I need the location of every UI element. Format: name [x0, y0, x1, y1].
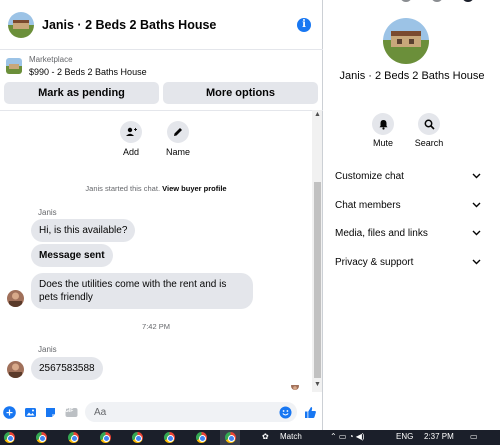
taskbar-app-icon[interactable]	[164, 432, 175, 443]
scrollbar-thumb[interactable]	[314, 182, 321, 378]
marketplace-listing[interactable]: Marketplace $990 - 2 Beds 2 Baths House	[0, 52, 323, 80]
listing-avatar-large[interactable]	[383, 18, 429, 64]
taskbar-app-icon[interactable]	[100, 432, 111, 443]
chat-started-notice: Janis started this chat. View buyer prof…	[0, 184, 312, 193]
message-timestamp: 7:42 PM	[142, 322, 170, 331]
bell-icon	[372, 113, 394, 135]
chevron-down-icon	[472, 171, 481, 182]
mute-label: Mute	[372, 138, 393, 148]
notification-icon[interactable]: ▭	[470, 432, 478, 441]
taskbar-app-icon[interactable]	[36, 432, 47, 443]
marketplace-label: Marketplace	[29, 55, 73, 64]
sticker-icon[interactable]	[43, 405, 57, 419]
add-person-icon	[120, 121, 142, 143]
system-tray-icons[interactable]: ⌃ ▭ ◔ ◀)	[330, 432, 365, 441]
chat-title[interactable]: Janis · 2 Beds 2 Baths House	[42, 18, 216, 32]
sender-avatar[interactable]	[7, 361, 24, 378]
add-action[interactable]: Add	[111, 121, 151, 157]
menu-item-label: Chat members	[335, 199, 401, 211]
chevron-down-icon	[472, 257, 481, 268]
privacy-support-item[interactable]: Privacy & support	[335, 252, 481, 272]
listing-price-title: $990 - 2 Beds 2 Baths House	[29, 67, 147, 77]
read-receipt-avatar	[291, 382, 299, 390]
sender-avatar[interactable]	[7, 290, 24, 307]
search-action[interactable]: Search	[409, 113, 449, 148]
listing-actions: Mark as pending More options	[4, 82, 318, 104]
taskbar-app-icon[interactable]	[4, 432, 15, 443]
divider	[0, 110, 323, 111]
taskbar: ✿ Match ⌃ ▭ ◔ ◀) ENG 2:37 PM ▭	[0, 430, 500, 445]
message-input[interactable]	[85, 402, 297, 422]
taskbar-app-icon[interactable]	[132, 432, 143, 443]
chat-header: Janis · 2 Beds 2 Baths House i	[0, 0, 323, 50]
gif-label: GIF	[65, 408, 74, 414]
taskbar-app-icon[interactable]	[196, 432, 207, 443]
pencil-icon	[167, 121, 189, 143]
listing-thumbnail	[6, 58, 22, 74]
image-icon[interactable]	[23, 405, 37, 419]
scroll-down-icon[interactable]: ▼	[313, 380, 322, 389]
chevron-down-icon	[472, 200, 481, 211]
taskbar-emoji-icon[interactable]: ✿	[262, 432, 269, 441]
message-bubble[interactable]: Message sent	[31, 244, 113, 267]
mute-action[interactable]: Mute	[363, 113, 403, 148]
clock[interactable]: 2:37 PM	[424, 432, 454, 441]
chat-members-item[interactable]: Chat members	[335, 195, 481, 215]
thumbs-up-icon[interactable]	[303, 405, 317, 419]
emoji-icon[interactable]	[278, 405, 292, 419]
name-action[interactable]: Name	[158, 121, 198, 157]
search-icon	[418, 113, 440, 135]
top-avatar-fragment	[431, 0, 443, 2]
language-indicator[interactable]: ENG	[396, 432, 413, 441]
started-text: Janis started this chat.	[85, 184, 161, 193]
message-bubble[interactable]: Does the utilities come with the rent an…	[31, 273, 253, 309]
chat-pane: Janis · 2 Beds 2 Baths House i Marketpla…	[0, 0, 323, 430]
message-bubble[interactable]: 2567583588	[31, 357, 103, 380]
scroll-up-icon[interactable]: ▲	[313, 110, 322, 119]
taskbar-app-icon[interactable]	[225, 432, 236, 443]
details-pane: Janis · 2 Beds 2 Baths House Mute Search…	[324, 0, 500, 430]
menu-item-label: Media, files and links	[335, 227, 428, 239]
sender-name: Janis	[38, 345, 57, 354]
menu-item-label: Customize chat	[335, 170, 404, 182]
media-files-links-item[interactable]: Media, files and links	[335, 223, 481, 243]
taskbar-app-icon[interactable]	[68, 432, 79, 443]
customize-chat-item[interactable]: Customize chat	[335, 166, 481, 186]
listing-avatar[interactable]	[8, 11, 34, 38]
info-icon[interactable]: i	[297, 18, 311, 32]
view-buyer-profile-link[interactable]: View buyer profile	[162, 184, 226, 193]
plus-circle-icon[interactable]	[2, 405, 16, 419]
name-label: Name	[165, 147, 190, 157]
taskbar-match-label[interactable]: Match	[280, 432, 302, 441]
top-avatar-fragment	[462, 0, 474, 2]
sender-name: Janis	[38, 208, 57, 217]
add-label: Add	[122, 147, 139, 157]
more-options-button[interactable]: More options	[163, 82, 318, 104]
chevron-down-icon	[472, 228, 481, 239]
message-bubble[interactable]: Hi, is this available?	[31, 219, 136, 242]
mark-as-pending-button[interactable]: Mark as pending	[4, 82, 159, 104]
details-title: Janis · 2 Beds 2 Baths House	[339, 70, 485, 82]
top-avatar-fragment	[400, 0, 412, 2]
composer: GIF	[0, 397, 323, 427]
search-label: Search	[414, 138, 444, 148]
menu-item-label: Privacy & support	[335, 256, 414, 268]
